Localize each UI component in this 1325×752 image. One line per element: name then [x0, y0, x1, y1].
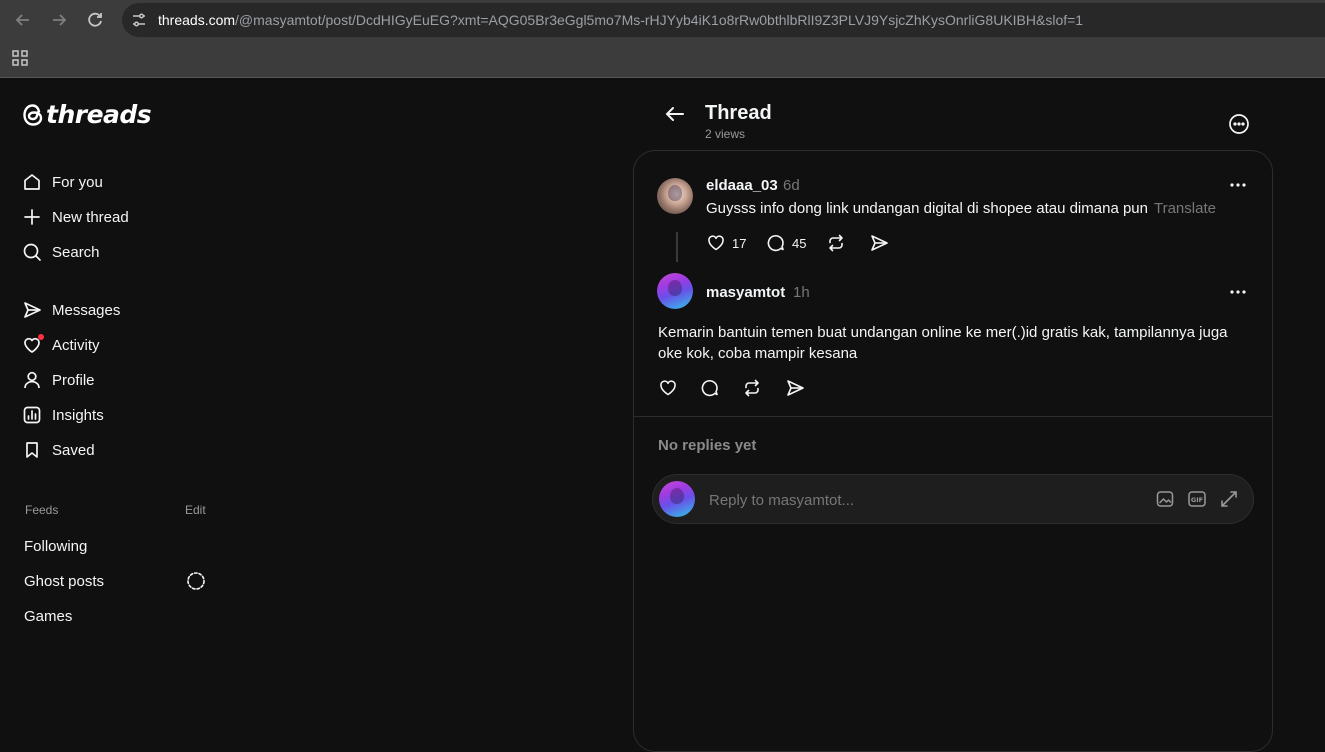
svg-text:GIF: GIF — [1191, 496, 1203, 504]
avatar-eldaaa[interactable] — [657, 178, 693, 214]
repost-icon — [826, 233, 846, 253]
post-time[interactable]: 6d — [783, 177, 800, 194]
nav-new-thread[interactable]: New thread — [22, 205, 129, 229]
composer-avatar — [659, 481, 695, 517]
nav-activity-label: Activity — [52, 336, 100, 354]
home-icon — [22, 172, 42, 192]
nav-profile-label: Profile — [52, 371, 95, 389]
no-replies-text: No replies yet — [658, 437, 757, 454]
send-icon — [22, 300, 42, 320]
apps-grid-icon[interactable] — [11, 49, 29, 67]
translate-link[interactable]: Translate — [1154, 200, 1216, 217]
reply-time[interactable]: 1h — [793, 284, 810, 301]
post-text: Guysss info dong link undangan digital d… — [706, 200, 1148, 217]
user-icon — [22, 370, 42, 390]
nav-saved-label: Saved — [52, 441, 95, 459]
nav-insights-label: Insights — [52, 406, 104, 424]
nav-messages[interactable]: Messages — [22, 298, 120, 322]
avatar-masyamtot[interactable] — [657, 273, 693, 309]
ghost-icon — [186, 571, 206, 591]
bookmark-icon — [22, 440, 42, 460]
nav-for-you-label: For you — [52, 173, 103, 191]
insights-chart-icon — [22, 405, 42, 425]
section-divider — [634, 416, 1272, 417]
nav-messages-label: Messages — [52, 301, 121, 319]
heart-icon — [658, 378, 678, 398]
search-icon — [22, 242, 42, 262]
browser-reload-button[interactable] — [85, 10, 105, 30]
browser-back-button[interactable] — [13, 10, 33, 30]
nav-search-label: Search — [52, 243, 100, 261]
send-icon — [785, 378, 805, 398]
reply-more-icon[interactable] — [1228, 282, 1248, 302]
site-info-icon[interactable] — [130, 11, 148, 29]
like-button[interactable]: 17 — [706, 233, 746, 253]
feeds-edit-button[interactable]: Edit — [185, 503, 206, 517]
nav-insights[interactable]: Insights — [22, 403, 104, 427]
nav-for-you[interactable]: For you — [22, 170, 103, 194]
nav-saved[interactable]: Saved — [22, 438, 95, 462]
feeds-heading: Feeds — [25, 503, 59, 517]
address-bar[interactable]: threads.com/@masyamtot/post/DcdHIGyEuEG?… — [122, 3, 1325, 37]
browser-toolbar: threads.com/@masyamtot/post/DcdHIGyEuEG?… — [0, 0, 1325, 40]
send-icon — [869, 233, 889, 253]
post-body: Guysss info dong link undangan digital d… — [706, 198, 1246, 219]
bookmarks-bar — [0, 40, 1325, 78]
browser-forward-button[interactable] — [49, 10, 69, 30]
reply-share-button[interactable] — [785, 378, 805, 398]
reply-text: Kemarin bantuin temen buat undangan onli… — [658, 324, 1228, 362]
comment-icon — [700, 378, 720, 398]
reply-composer[interactable]: GIF — [652, 474, 1254, 524]
heart-icon — [706, 233, 726, 253]
expand-icon[interactable] — [1219, 489, 1239, 509]
post-username[interactable]: eldaaa_03 — [706, 177, 778, 194]
image-attach-icon[interactable] — [1155, 489, 1175, 509]
reply-repost-button[interactable] — [742, 378, 762, 398]
share-button[interactable] — [869, 233, 889, 253]
nav-new-thread-label: New thread — [52, 208, 129, 226]
url-text[interactable]: threads.com/@masyamtot/post/DcdHIGyEuEG?… — [158, 12, 1083, 28]
repost-button[interactable] — [826, 233, 846, 253]
reply-input[interactable] — [707, 488, 1131, 512]
nav-search[interactable]: Search — [22, 240, 100, 264]
back-button[interactable] — [664, 103, 686, 125]
comment-icon — [766, 233, 786, 253]
reply-like-button[interactable] — [658, 378, 678, 398]
view-count: 2 views — [705, 127, 746, 141]
comment-count: 45 — [792, 235, 807, 251]
gif-icon[interactable]: GIF — [1187, 489, 1207, 509]
page-title: Thread — [705, 102, 772, 124]
thread-connector-line — [676, 232, 678, 262]
like-count: 17 — [732, 235, 747, 251]
threads-logo-text: threads — [46, 100, 152, 129]
more-options-circle-icon[interactable] — [1228, 113, 1250, 135]
heart-icon — [22, 334, 44, 355]
comment-button[interactable]: 45 — [766, 233, 806, 253]
reply-username[interactable]: masyamtot — [706, 284, 785, 301]
nav-profile[interactable]: Profile — [22, 368, 95, 392]
feed-games[interactable]: Games — [24, 608, 72, 625]
nav-activity[interactable]: Activity — [22, 333, 100, 357]
plus-icon — [22, 207, 42, 227]
feed-ghost-posts[interactable]: Ghost posts — [24, 573, 104, 590]
feed-following[interactable]: Following — [24, 538, 87, 555]
threads-logo-icon — [22, 103, 44, 127]
activity-notification-dot — [38, 334, 44, 340]
reply-comment-button[interactable] — [700, 378, 720, 398]
repost-icon — [742, 378, 762, 398]
threads-logo[interactable]: threads — [22, 100, 152, 129]
post-more-icon[interactable] — [1228, 175, 1248, 195]
